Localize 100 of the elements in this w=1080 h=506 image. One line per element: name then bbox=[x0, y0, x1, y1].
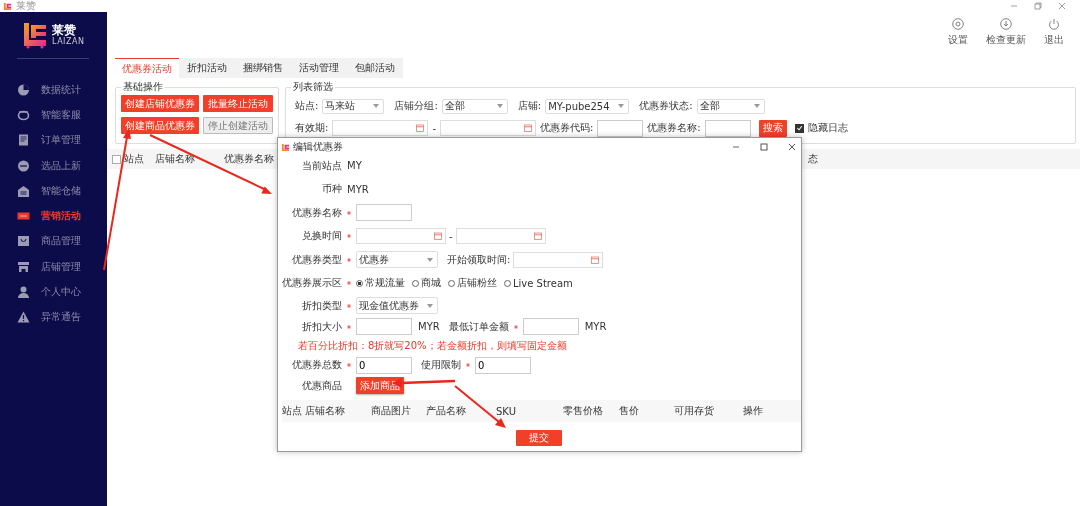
column-header: 优惠券名称 bbox=[224, 152, 274, 166]
action-button[interactable]: 创建商品优惠券 bbox=[121, 117, 199, 134]
input-field[interactable] bbox=[704, 119, 751, 137]
dropdown[interactable]: 优惠券 bbox=[356, 251, 438, 269]
required-icon bbox=[347, 324, 351, 329]
caret-icon bbox=[427, 303, 433, 308]
filter-label: 店铺分组: bbox=[394, 99, 438, 113]
dropdown[interactable]: 现金值优惠券 bbox=[356, 297, 438, 314]
tab[interactable]: 包邮活动 bbox=[347, 58, 403, 78]
input-field[interactable] bbox=[522, 318, 579, 335]
tab[interactable]: 活动管理 bbox=[291, 58, 347, 78]
sidebar-item[interactable]: 店铺管理 bbox=[0, 254, 107, 280]
dropdown[interactable]: MY-pube254 bbox=[545, 98, 630, 114]
field-label: 兑换时间 bbox=[301, 229, 342, 244]
sidebar-item[interactable]: 商品管理 bbox=[0, 228, 107, 255]
filter-label: 优惠券状态: bbox=[639, 99, 693, 113]
warning-icon bbox=[17, 311, 30, 324]
calendar-icon bbox=[533, 232, 542, 241]
minimize-icon[interactable] bbox=[1010, 2, 1018, 10]
column-header: 零售价格 bbox=[563, 404, 604, 418]
column-header: 站点 bbox=[282, 404, 303, 418]
input-field[interactable] bbox=[356, 204, 412, 222]
column-header: 商品图片 bbox=[371, 404, 412, 418]
sidebar-item[interactable]: 智能客服 bbox=[0, 102, 107, 128]
field-label: 优惠券总数 bbox=[291, 358, 342, 372]
date-field[interactable] bbox=[455, 228, 546, 245]
logo-icon bbox=[22, 21, 48, 49]
input-field[interactable] bbox=[356, 318, 412, 335]
calendar-icon bbox=[434, 232, 442, 241]
column-header: 产品名称 bbox=[426, 404, 467, 418]
dropdown[interactable]: 全部 bbox=[696, 98, 765, 114]
dropdown[interactable]: 全部 bbox=[441, 98, 508, 114]
radio-option[interactable]: 商城 bbox=[412, 276, 441, 291]
required-icon bbox=[347, 303, 351, 308]
field-value: MY bbox=[347, 160, 362, 172]
field-label: 币种 bbox=[321, 182, 342, 197]
required-icon bbox=[347, 257, 351, 262]
checkbox[interactable] bbox=[112, 154, 121, 164]
field-label: 折扣大小 bbox=[301, 319, 342, 334]
toolbar-button[interactable]: 设置 bbox=[948, 12, 968, 47]
settings-icon bbox=[952, 18, 964, 30]
submit-button[interactable]: 提交 bbox=[516, 430, 562, 446]
field-label: 当前站点 bbox=[301, 158, 342, 173]
checkbox[interactable] bbox=[794, 123, 804, 133]
filter-label: 优惠券代码: bbox=[540, 121, 594, 135]
column-header: 操作 bbox=[743, 404, 764, 418]
bag-icon bbox=[17, 235, 30, 248]
minimize-icon[interactable] bbox=[732, 143, 740, 151]
sidebar-item[interactable]: 数据统计 bbox=[0, 77, 107, 103]
action-button[interactable]: 创建店铺优惠券 bbox=[121, 95, 199, 112]
checkbox-label: 隐藏日志 bbox=[807, 121, 848, 135]
search-button[interactable]: 搜索 bbox=[758, 119, 787, 137]
date-field[interactable] bbox=[440, 120, 536, 136]
filter-label: 优惠券名称: bbox=[647, 121, 701, 135]
calendar-icon bbox=[524, 124, 532, 132]
input-field[interactable]: 0 bbox=[475, 356, 531, 374]
close-icon[interactable] bbox=[788, 143, 796, 151]
toolbar-button[interactable]: 退出 bbox=[1044, 12, 1064, 47]
date-field[interactable] bbox=[513, 251, 604, 268]
column-header: SKU bbox=[496, 405, 517, 417]
field-label: 优惠券类型 bbox=[291, 252, 342, 267]
power-icon bbox=[1048, 18, 1060, 30]
required-icon bbox=[466, 363, 470, 367]
field-label: 使用限制 bbox=[421, 358, 461, 372]
column-header: 可用存货 bbox=[674, 404, 715, 418]
field-label: 折扣类型 bbox=[301, 298, 342, 313]
input-field[interactable] bbox=[597, 119, 644, 137]
sidebar-item[interactable]: 营销活动 bbox=[0, 203, 107, 229]
sidebar-item[interactable]: 智能仓储 bbox=[0, 178, 107, 204]
column-header: 店铺名称 bbox=[305, 404, 346, 418]
field-label: 优惠商品 bbox=[301, 378, 342, 393]
range-separator: - bbox=[432, 122, 436, 134]
caret-icon bbox=[496, 104, 503, 108]
window-title: 莱赞 bbox=[16, 0, 36, 13]
action-button[interactable]: 批量终止活动 bbox=[203, 95, 273, 112]
unit-label: MYR bbox=[584, 321, 607, 332]
logo-name: 莱赞 bbox=[52, 24, 76, 37]
date-field[interactable] bbox=[332, 120, 429, 136]
tab[interactable]: 捆绑销售 bbox=[235, 58, 291, 78]
radio-option[interactable]: Live Stream bbox=[504, 277, 573, 289]
maximize-icon[interactable] bbox=[760, 143, 768, 151]
unit-label: MYR bbox=[418, 321, 440, 332]
date-field[interactable] bbox=[356, 228, 446, 245]
radio-option[interactable]: 店铺粉丝 bbox=[448, 276, 497, 291]
sidebar-item[interactable]: 选品上新 bbox=[0, 152, 107, 179]
input-field[interactable]: 0 bbox=[356, 356, 412, 374]
field-label: 开始领取时间: bbox=[447, 252, 511, 267]
restore-icon[interactable] bbox=[1034, 2, 1042, 10]
caret-icon bbox=[753, 104, 760, 108]
toolbar-button[interactable]: 检查更新 bbox=[986, 12, 1026, 47]
required-icon bbox=[347, 363, 351, 367]
column-header: 店铺名称 bbox=[155, 152, 196, 166]
sidebar-item[interactable]: 个人中心 bbox=[0, 279, 107, 305]
tab[interactable]: 折扣活动 bbox=[179, 58, 235, 78]
column-header: 售价 bbox=[619, 404, 640, 418]
dialog-title: 编辑优惠券 bbox=[293, 140, 343, 154]
sidebar-item[interactable]: 异常通告 bbox=[0, 304, 107, 330]
dropdown[interactable]: 马来站 bbox=[322, 98, 385, 114]
sidebar-item[interactable]: 订单管理 bbox=[0, 127, 107, 153]
radio-option[interactable]: 常规流量 bbox=[356, 276, 405, 291]
